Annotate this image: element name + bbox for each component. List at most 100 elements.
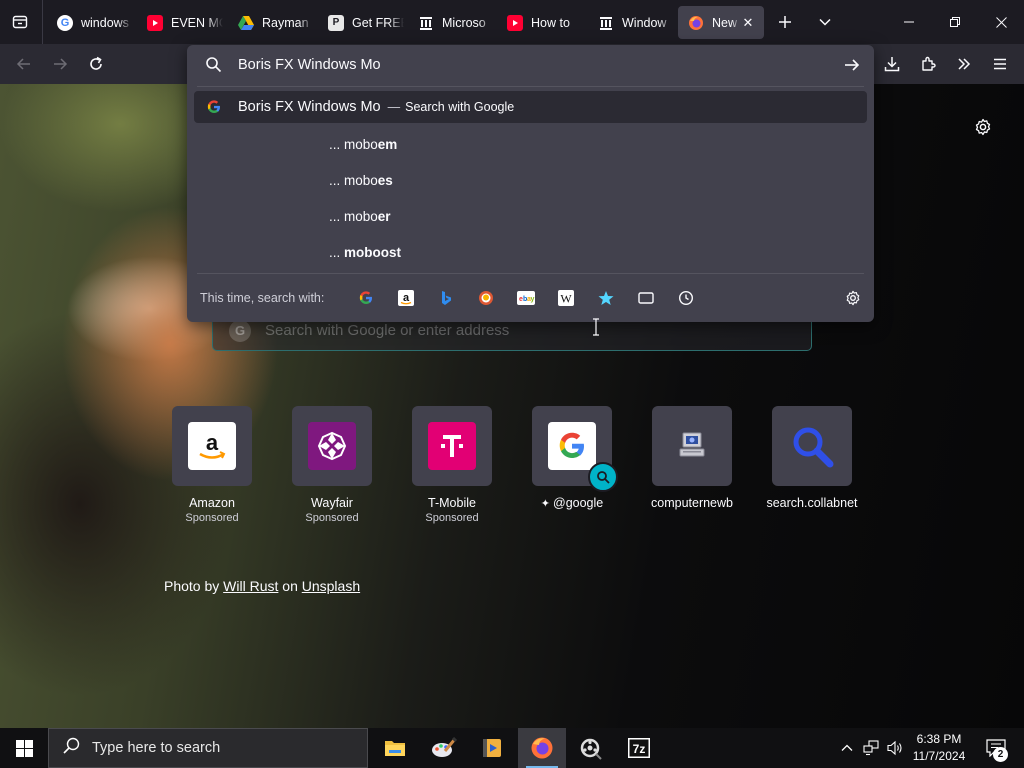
search-shortcut-badge: [588, 462, 618, 492]
chevron-up-icon: [841, 744, 853, 751]
shortcut-amazon[interactable]: a Amazon Sponsored: [152, 406, 272, 524]
shortcut-title: search.collabnet: [766, 496, 858, 510]
minimize-icon: [904, 21, 914, 23]
forward-button[interactable]: [46, 50, 74, 78]
firefox-view-button[interactable]: [6, 8, 34, 36]
google-icon: [359, 291, 372, 304]
list-all-tabs-button[interactable]: [811, 8, 839, 36]
bookmarks-search-button[interactable]: [595, 287, 617, 309]
customize-newtab-button[interactable]: [970, 114, 996, 140]
arrow-right-icon: [54, 58, 68, 70]
network-tray-button[interactable]: [860, 728, 882, 768]
engine-google-button[interactable]: [355, 287, 377, 309]
pin-icon: ✦: [540, 498, 554, 510]
back-button[interactable]: [10, 50, 38, 78]
svg-text:7z: 7z: [633, 742, 646, 756]
new-tab-button[interactable]: [771, 8, 799, 36]
shortcut-tile: [652, 406, 732, 486]
search-suggestion[interactable]: ... moboem: [329, 137, 397, 152]
go-button[interactable]: [840, 53, 864, 77]
shortcut-search-collabnet[interactable]: search.collabnet: [752, 406, 872, 512]
close-window-button[interactable]: [978, 0, 1024, 44]
search-icon: [597, 471, 610, 484]
building-icon: [598, 15, 614, 31]
ebay-icon: ebay: [517, 291, 535, 305]
tab-windows-2[interactable]: Window: [588, 6, 674, 39]
more-tools-button[interactable]: [950, 50, 978, 78]
history-search-button[interactable]: [675, 287, 697, 309]
engine-wikipedia-button[interactable]: W: [555, 287, 577, 309]
downloads-button[interactable]: [878, 50, 906, 78]
chevron-down-icon: [819, 18, 831, 26]
search-suggestion[interactable]: ... moboer: [329, 209, 391, 224]
tabs-search-button[interactable]: [635, 287, 657, 309]
wayfair-icon: [308, 422, 356, 470]
minimize-button[interactable]: [886, 0, 932, 44]
tray-clock[interactable]: 6:38 PM 11/7/2024: [904, 731, 974, 765]
svg-text:a: a: [206, 430, 219, 455]
engine-ebay-button[interactable]: ebay: [515, 287, 537, 309]
tab-windows[interactable]: G windows: [47, 6, 133, 39]
shortcut-t-mobile[interactable]: T-Mobile Sponsored: [392, 406, 512, 524]
taskbar-paint[interactable]: [420, 728, 468, 768]
suggestion-completion: er: [377, 209, 391, 224]
action-center-button[interactable]: 2: [976, 728, 1016, 768]
download-icon: [884, 57, 900, 72]
engine-amazon-button[interactable]: a: [395, 287, 417, 309]
shortcut-wayfair[interactable]: Wayfair Sponsored: [272, 406, 392, 524]
shortcut-google-search[interactable]: ✦ @google: [512, 406, 632, 512]
extensions-button[interactable]: [915, 50, 943, 78]
tab-title: Get FREE: [352, 15, 404, 30]
tab-even-mo[interactable]: EVEN MO: [137, 6, 223, 39]
bing-icon: [442, 291, 451, 305]
reload-icon: [90, 56, 102, 70]
computer-icon: [668, 422, 716, 470]
shortcut-computernewb[interactable]: computernewb: [632, 406, 752, 512]
7zip-icon: 7z: [628, 738, 650, 758]
arrow-right-icon: [845, 59, 860, 71]
suggestion-completion: em: [377, 137, 398, 152]
app-menu-button[interactable]: [986, 50, 1014, 78]
engine-bing-button[interactable]: [435, 287, 457, 309]
tab-new-tab[interactable]: New T ✕: [678, 6, 764, 39]
tab-how-to[interactable]: How to: [497, 6, 583, 39]
divider: [197, 273, 864, 274]
volume-tray-button[interactable]: [884, 728, 906, 768]
tabs-icon: [638, 292, 654, 304]
taskbar-firefox[interactable]: [518, 728, 566, 768]
tab-microsoft[interactable]: Microso: [408, 6, 494, 39]
credit-source-link[interactable]: Unsplash: [302, 578, 360, 594]
taskbar-file-explorer[interactable]: [371, 728, 419, 768]
shortcut-tile: [412, 406, 492, 486]
start-button[interactable]: [0, 728, 48, 768]
search-settings-button[interactable]: [842, 287, 864, 309]
google-icon: [548, 422, 596, 470]
tab-separator: [42, 0, 43, 44]
show-hidden-icons-button[interactable]: [836, 728, 858, 768]
taskbar-search-box[interactable]: Type here to search: [48, 728, 368, 768]
urlbar-popup: Boris FX Windows Mo Boris FX Windows Mo …: [187, 45, 874, 322]
tab-get-free[interactable]: P Get FREE: [318, 6, 404, 39]
tab-rayman[interactable]: Rayman: [228, 6, 314, 39]
credit-middle: on: [282, 578, 298, 594]
url-input[interactable]: Boris FX Windows Mo: [187, 45, 874, 85]
taskbar-media-player[interactable]: [468, 728, 516, 768]
close-tab-icon[interactable]: ✕: [740, 15, 756, 31]
taskbar-media-player-classic[interactable]: [566, 728, 614, 768]
search-suggestion[interactable]: ... moboost: [329, 245, 401, 260]
suggestion-prefix: ... mobo: [329, 173, 378, 188]
google-icon: G: [229, 319, 251, 342]
taskbar-7zip[interactable]: 7z: [615, 728, 663, 768]
search-suggestion[interactable]: ... moboes: [329, 173, 393, 188]
engine-duckduckgo-button[interactable]: [475, 287, 497, 309]
restore-button[interactable]: [932, 0, 978, 44]
arrow-left-icon: [16, 58, 30, 70]
newtab-search-placeholder: Search with Google or enter address: [265, 322, 510, 339]
tab-title: Rayman: [262, 15, 309, 30]
reload-button[interactable]: [82, 50, 110, 78]
url-input-value: Boris FX Windows Mo: [238, 57, 381, 73]
credit-author-link[interactable]: Will Rust: [223, 578, 278, 594]
heuristic-search-result[interactable]: Boris FX Windows Mo — Search with Google: [194, 91, 867, 123]
magnifier-icon: [788, 422, 836, 470]
p-logo-icon: P: [328, 14, 344, 31]
